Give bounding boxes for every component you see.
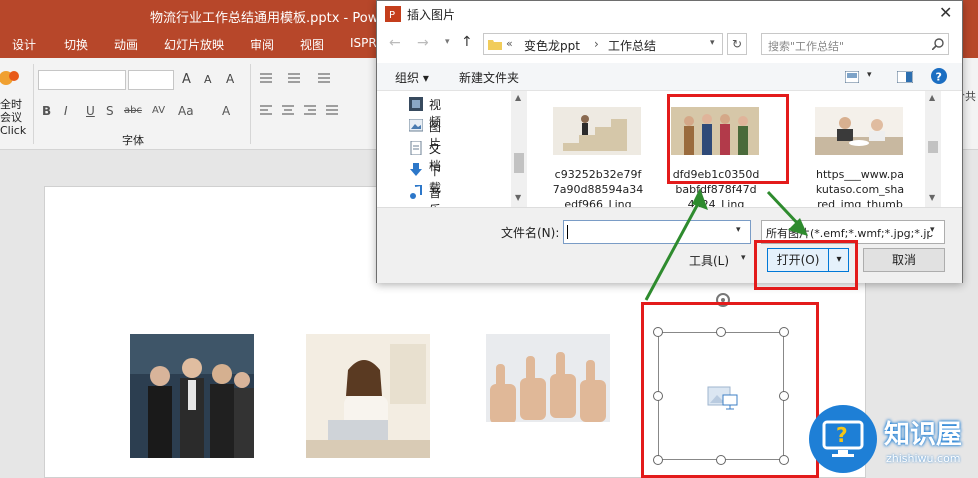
up-arrow-icon[interactable]: ↑ <box>461 34 473 50</box>
search-icon[interactable] <box>932 38 944 50</box>
filename-label: 文件名(N): <box>501 226 560 240</box>
font-group-label: 字体 <box>122 134 144 147</box>
preview-pane-icon[interactable] <box>897 71 913 83</box>
open-button-highlight <box>754 240 858 290</box>
scroll-down-icon[interactable]: ▼ <box>515 193 521 202</box>
woman-laptop-photo[interactable] <box>306 334 430 458</box>
recent-dropdown-icon[interactable]: ▾ <box>445 37 450 47</box>
file-thumbnail <box>553 107 641 155</box>
shadow-icon[interactable]: S <box>106 104 114 118</box>
tab-animations[interactable]: 动画 <box>114 36 138 53</box>
svg-text:P: P <box>389 10 395 21</box>
command-bar: 组织 ▾ 新建文件夹 ▾ ? <box>377 63 962 91</box>
file-name: https___www.pa kutaso.com_sha red_img_th… <box>815 168 905 211</box>
dialog-footer: 文件名(N): ▾ 所有图片(*.emf;*.wmf;*.jpg;*.jp ▾ … <box>377 207 962 283</box>
pictures-icon <box>409 119 423 132</box>
tools-button[interactable]: 工具(L) <box>689 252 729 269</box>
navigation-pane: 视频 图片 文档 下载 音乐 ▲ ▼ <box>393 91 527 217</box>
underline-icon[interactable]: U <box>86 104 95 118</box>
breadcrumb-separator: › <box>594 37 599 51</box>
new-folder-button[interactable]: 新建文件夹 <box>459 69 519 86</box>
selected-file-highlight <box>667 94 789 184</box>
watermark-url: zhishiwu.com <box>886 452 961 465</box>
change-case-icon[interactable]: Aa <box>178 104 194 118</box>
tab-slideshow[interactable]: 幻灯片放映 <box>164 36 224 53</box>
help-icon[interactable]: ? <box>931 68 947 84</box>
grow-font-icon[interactable]: A <box>182 72 191 87</box>
music-icon <box>410 185 422 199</box>
file-scrollbar[interactable]: ▲ ▼ <box>925 91 941 207</box>
address-bar[interactable]: « 变色龙ppt › 工作总结 ▾ <box>483 33 723 55</box>
file-scroll-thumb[interactable] <box>928 141 938 153</box>
breadcrumb-chevron: « <box>506 37 513 50</box>
file-thumbnail <box>815 107 903 155</box>
scroll-up-icon[interactable]: ▲ <box>515 93 521 102</box>
tools-dropdown-icon[interactable]: ▾ <box>741 253 746 263</box>
font-size-box[interactable] <box>128 70 174 90</box>
close-icon[interactable]: ✕ <box>939 3 952 22</box>
placeholder-highlight <box>641 302 819 478</box>
scroll-down-icon[interactable]: ▼ <box>929 193 935 202</box>
file-name: c93252b32e79f 7a90d88594a34 edf966_Ling <box>552 168 644 211</box>
download-icon <box>410 163 422 176</box>
meeting-button[interactable]: 全时 会议 Click <box>0 64 32 144</box>
meeting-label-1: 全时 <box>0 98 22 111</box>
breadcrumb-current[interactable]: 工作总结 <box>608 37 656 54</box>
refresh-icon[interactable]: ↻ <box>727 33 747 55</box>
address-dropdown-icon[interactable]: ▾ <box>710 38 715 48</box>
thumbs-up-photo[interactable] <box>486 334 610 458</box>
ribbon-divider <box>250 64 251 144</box>
tab-transitions[interactable]: 切换 <box>64 36 88 53</box>
organize-button[interactable]: 组织 ▾ <box>395 69 429 86</box>
forward-arrow-icon[interactable]: → <box>417 35 429 51</box>
powerpoint-icon: P <box>385 6 401 22</box>
documents-icon <box>410 141 422 155</box>
clear-format-icon[interactable]: A <box>226 72 234 86</box>
ribbon-divider <box>33 64 34 144</box>
question-monitor-icon: ? <box>809 405 877 473</box>
filename-input[interactable]: ▾ <box>563 220 751 244</box>
strikethrough-icon[interactable]: abc <box>124 105 142 116</box>
tab-view[interactable]: 视图 <box>300 36 324 53</box>
font-name-box[interactable] <box>38 70 126 90</box>
search-input[interactable]: 搜索"工作总结" <box>761 33 949 55</box>
text-caret <box>567 225 568 239</box>
app-title: 物流行业工作总结通用模板.pptx - PowerP <box>150 11 400 26</box>
italic-icon[interactable]: I <box>64 104 68 118</box>
filename-dropdown-icon[interactable]: ▾ <box>736 225 741 235</box>
video-icon <box>409 97 423 111</box>
file-type-dropdown-icon[interactable]: ▾ <box>930 225 935 235</box>
back-arrow-icon[interactable]: ← <box>389 35 401 51</box>
folder-icon <box>488 40 502 50</box>
dialog-title-bar: P 插入图片 ✕ <box>377 1 962 27</box>
svg-text:?: ? <box>836 423 848 447</box>
search-placeholder: 搜索"工作总结" <box>768 40 845 53</box>
scroll-up-icon[interactable]: ▲ <box>929 93 935 102</box>
font-color-icon[interactable]: A <box>222 104 230 118</box>
char-spacing-icon[interactable]: AV <box>152 105 165 116</box>
shrink-font-icon[interactable]: A <box>204 73 212 86</box>
tab-review[interactable]: 审阅 <box>250 36 274 53</box>
paragraph-icons[interactable] <box>258 70 368 130</box>
tab-ispr[interactable]: ISPR <box>350 36 377 50</box>
site-watermark: ? 知识屋 zhishiwu.com <box>804 400 978 478</box>
business-team-photo[interactable] <box>130 334 254 458</box>
watermark-name: 知识屋 <box>884 420 963 450</box>
file-type-value: 所有图片(*.emf;*.wmf;*.jpg;*.jp <box>766 227 934 240</box>
meeting-label-3: Click <box>0 124 27 137</box>
meeting-icon <box>0 71 19 85</box>
meeting-label-2: 会议 <box>0 111 22 124</box>
cancel-button[interactable]: 取消 <box>863 248 945 272</box>
view-icon[interactable] <box>845 71 859 83</box>
breadcrumb-folder[interactable]: 变色龙ppt <box>524 37 580 54</box>
nav-scroll-thumb[interactable] <box>514 153 524 173</box>
svg-text:?: ? <box>936 71 942 84</box>
tab-design[interactable]: 设计 <box>12 36 36 53</box>
dialog-title: 插入图片 <box>407 8 456 22</box>
bold-icon[interactable]: B <box>42 104 51 118</box>
view-dropdown-icon[interactable]: ▾ <box>867 70 872 80</box>
nav-scrollbar[interactable]: ▲ ▼ <box>511 91 527 207</box>
